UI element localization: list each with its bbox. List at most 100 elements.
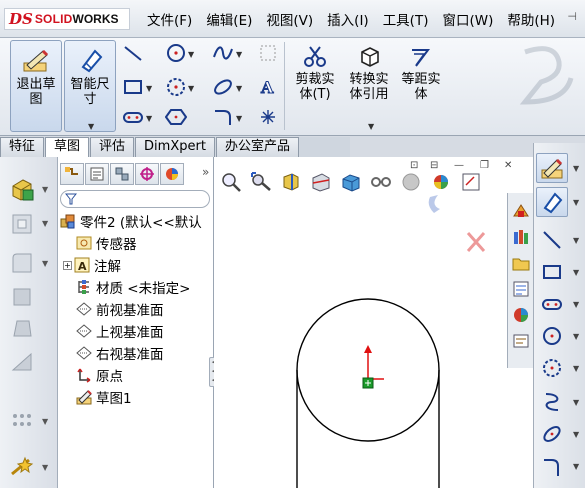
tab-dimxpert[interactable]: DimXpert — [135, 137, 215, 157]
arc-dropdown-icon[interactable]: ▼ — [188, 84, 194, 93]
section-view-button[interactable] — [308, 169, 334, 195]
ellipse-side-dropdown-icon[interactable]: ▼ — [573, 430, 579, 439]
convert-entities-button[interactable]: 转换实 体引用 — [342, 42, 396, 102]
sketch-dropdown-icon[interactable]: ▼ — [573, 164, 579, 173]
ellipse-tool[interactable] — [210, 76, 236, 98]
extrude-dropdown-icon[interactable]: ▼ — [42, 185, 48, 194]
trim-entities-button[interactable]: 剪裁实 体(T) — [288, 42, 342, 102]
edit-appearance-button[interactable] — [428, 169, 454, 195]
tree-part-root[interactable]: 零件2 (默认<<默认 — [60, 210, 202, 232]
zoom-to-fit-button[interactable] — [218, 169, 244, 195]
extruded-cut-button[interactable] — [6, 209, 38, 237]
resources-tab[interactable] — [511, 201, 531, 221]
spline-dropdown-icon[interactable]: ▼ — [236, 50, 242, 59]
view-settings-button[interactable] — [458, 169, 484, 195]
tab-features[interactable]: 特征 — [0, 137, 45, 157]
hide-show-items-button[interactable] — [398, 169, 424, 195]
pattern-dropdown-icon[interactable]: ▼ — [42, 417, 48, 426]
menu-help[interactable]: 帮助(H) — [500, 9, 562, 29]
expand-icon[interactable]: + — [63, 260, 72, 270]
circle-dropdown-icon[interactable]: ▼ — [188, 50, 194, 59]
display-manager-tab[interactable] — [160, 163, 184, 185]
smart-dimension-side-button[interactable] — [536, 187, 568, 217]
shell-button[interactable] — [6, 283, 38, 311]
rib-button[interactable] — [6, 347, 38, 375]
slot-side-button[interactable] — [536, 289, 568, 319]
menu-insert[interactable]: 插入(I) — [320, 9, 376, 29]
convert-dropdown-icon[interactable]: ▼ — [368, 122, 374, 131]
linear-pattern-button[interactable] — [6, 407, 38, 435]
spline-tool[interactable] — [210, 42, 236, 64]
line-tool[interactable] — [120, 42, 146, 64]
tree-item-material[interactable]: 材质 <未指定> — [76, 276, 190, 298]
fillet-feature-button[interactable] — [6, 249, 38, 277]
fillet-dropdown-icon[interactable]: ▼ — [236, 114, 242, 123]
line-side-dropdown-icon[interactable]: ▼ — [573, 236, 579, 245]
rectangle-dropdown-icon[interactable]: ▼ — [146, 84, 152, 93]
graphics-area[interactable]: ⊡ ⊟ — ❐ ✕ — [214, 157, 533, 488]
smart-dimension-button[interactable]: 智能尺 寸 — [64, 40, 116, 132]
feature-filter[interactable] — [60, 190, 210, 208]
reference-geometry-button[interactable] — [6, 453, 38, 481]
polygon-tool[interactable] — [163, 106, 189, 128]
menu-edit[interactable]: 编辑(E) — [199, 9, 259, 29]
view-orientation-button[interactable] — [338, 169, 364, 195]
fillet-side-dropdown-icon[interactable]: ▼ — [573, 462, 579, 471]
circle-side-button[interactable] — [536, 321, 568, 351]
line-side-button[interactable] — [536, 225, 568, 255]
confirmation-corner[interactable] — [428, 195, 486, 252]
spline-side-button[interactable] — [536, 387, 568, 417]
property-manager-tab[interactable] — [85, 163, 109, 185]
arc-side-dropdown-icon[interactable]: ▼ — [573, 364, 579, 373]
rectangle-side-dropdown-icon[interactable]: ▼ — [573, 268, 579, 277]
slot-side-dropdown-icon[interactable]: ▼ — [573, 300, 579, 309]
sketch-toggle-button[interactable] — [536, 153, 568, 183]
fillet-side-button[interactable] — [536, 451, 568, 481]
tree-item-annotations[interactable]: + A 注解 — [63, 254, 121, 276]
tab-evaluate[interactable]: 评估 — [90, 137, 135, 157]
reference-dropdown-icon[interactable]: ▼ — [42, 463, 48, 472]
design-library-tab[interactable] — [511, 227, 531, 247]
slot-dropdown-icon[interactable]: ▼ — [146, 114, 152, 123]
cut-dropdown-icon[interactable]: ▼ — [42, 219, 48, 228]
rectangle-side-button[interactable] — [536, 257, 568, 287]
tab-sketch[interactable]: 草图 — [45, 137, 90, 157]
close-icon[interactable]: ✕ — [504, 160, 512, 174]
arc-side-button[interactable] — [536, 353, 568, 383]
spline-side-dropdown-icon[interactable]: ▼ — [573, 398, 579, 407]
construction-geometry-tool[interactable] — [255, 42, 281, 64]
command-manager-dropdown-icon[interactable]: ▼ — [88, 122, 94, 131]
pin-icon[interactable]: ⊣ — [567, 10, 577, 23]
exit-sketch-button[interactable]: 退出草 图 — [10, 40, 62, 132]
ellipse-dropdown-icon[interactable]: ▼ — [236, 84, 242, 93]
draft-button[interactable] — [6, 315, 38, 343]
configuration-manager-tab[interactable] — [110, 163, 134, 185]
file-explorer-tab[interactable] — [511, 253, 531, 273]
tree-item-origin[interactable]: 原点 — [76, 364, 123, 386]
display-style-button[interactable] — [368, 169, 394, 195]
point-tool[interactable] — [255, 106, 281, 128]
menu-window[interactable]: 窗口(W) — [435, 9, 500, 29]
tree-item-sketch1[interactable]: 草图1 — [76, 386, 132, 408]
ellipse-side-button[interactable] — [536, 419, 568, 449]
offset-entities-button[interactable]: 等距实 体 — [394, 42, 448, 102]
fillet-feature-dropdown-icon[interactable]: ▼ — [42, 259, 48, 268]
custom-properties-tab[interactable] — [511, 331, 531, 351]
circle-tool[interactable] — [163, 42, 189, 64]
circle-side-dropdown-icon[interactable]: ▼ — [573, 332, 579, 341]
extrude-boss-button[interactable] — [6, 175, 38, 203]
dimension-dropdown-icon[interactable]: ▼ — [573, 198, 579, 207]
arc-tool[interactable] — [163, 76, 189, 98]
menu-tools[interactable]: 工具(T) — [376, 9, 436, 29]
appearances-tab[interactable] — [511, 305, 531, 325]
feature-tree-tab[interactable] — [60, 163, 84, 185]
tree-item-sensors[interactable]: 传感器 — [76, 232, 137, 254]
slot-tool[interactable] — [120, 106, 146, 128]
tree-item-right-plane[interactable]: 右视基准面 — [76, 342, 164, 364]
dimxpert-manager-tab[interactable] — [135, 163, 159, 185]
more-tabs-icon[interactable]: » — [202, 165, 209, 179]
zoom-area-button[interactable] — [248, 169, 274, 195]
tree-item-top-plane[interactable]: 上视基准面 — [76, 320, 164, 342]
tree-item-front-plane[interactable]: 前视基准面 — [76, 298, 164, 320]
menu-view[interactable]: 视图(V) — [259, 9, 320, 29]
